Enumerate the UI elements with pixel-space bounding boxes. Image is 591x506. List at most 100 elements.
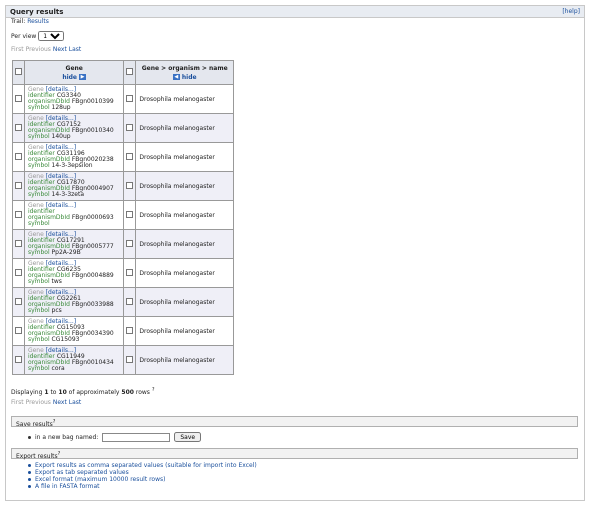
row-organism-checkbox[interactable] — [126, 355, 134, 363]
gene-cell: Gene [details...] identifier CG31196 organ… — [23, 142, 125, 172]
row-gene-checkbox[interactable] — [14, 355, 22, 363]
row-gene-checkbox[interactable] — [14, 94, 22, 102]
organism-cell-checkbox-cell — [123, 345, 137, 375]
export-item[interactable]: Excel format (maximum 10000 result rows) — [28, 476, 257, 483]
row-organism-checkbox[interactable] — [126, 297, 134, 305]
panel-title: Query results — [10, 7, 64, 16]
gene-column-hide[interactable]: hide ▶ — [25, 74, 124, 81]
row-gene-checkbox[interactable] — [14, 297, 22, 305]
bag-name-input[interactable] — [102, 432, 171, 442]
save-help-icon[interactable]: ? — [53, 419, 56, 425]
organism-cell: Drosophila melanogaster — [135, 142, 234, 172]
pager-last-link[interactable]: Last — [69, 46, 82, 53]
save-row: in a new bag named: Save — [28, 432, 202, 442]
row-gene-checkbox[interactable] — [14, 210, 22, 218]
gene-column-header: Gene hide ▶ — [23, 60, 125, 85]
organism-column-header: Gene > organism > name ◀ hide — [135, 60, 234, 85]
export-options-list: Export results as comma separated values… — [28, 462, 257, 490]
row-gene-checkbox[interactable] — [14, 326, 22, 334]
symbol-label: symbol — [27, 104, 50, 111]
table-row: Gene [details...] identifier CG31196 organ… — [12, 142, 234, 172]
export-item[interactable]: Export as tab separated values — [28, 469, 257, 476]
row-organism-checkbox[interactable] — [126, 123, 134, 131]
pager-next-link-bottom[interactable]: Next — [53, 399, 67, 406]
gene-cell: Gene [details...] identifier CG17291 organ… — [23, 229, 125, 259]
organism-hide-label[interactable]: hide — [182, 74, 197, 81]
organism-cell-checkbox-cell — [123, 200, 137, 230]
organism-cell: Drosophila melanogaster — [135, 200, 234, 230]
pager-first: First — [11, 46, 24, 53]
row-gene-checkbox[interactable] — [14, 123, 22, 131]
row-organism-checkbox[interactable] — [126, 181, 134, 189]
row-gene-checkbox[interactable] — [14, 152, 22, 160]
symbol-value: 128up — [51, 104, 71, 111]
pager-next-link[interactable]: Next — [53, 46, 67, 53]
gene-cell: Gene [details...] identifier CG11949 organ… — [23, 345, 125, 375]
per-view-control: Per view 10 — [11, 31, 65, 41]
organism-cell: Drosophila melanogaster — [135, 229, 234, 259]
row-organism-checkbox[interactable] — [126, 210, 134, 218]
row-organism-checkbox[interactable] — [126, 326, 134, 334]
displaying-total: 500 — [121, 389, 134, 396]
symbol-label: symbol — [27, 162, 50, 169]
row-organism-checkbox[interactable] — [126, 152, 134, 160]
symbol-label: symbol — [27, 220, 50, 227]
organism-column-hide[interactable]: ◀ hide — [136, 74, 233, 81]
move-left-icon[interactable]: ◀ — [172, 74, 180, 80]
organism-cell-checkbox-cell — [123, 113, 137, 143]
row-organism-checkbox[interactable] — [126, 239, 134, 247]
symbol-value: CG15093 — [51, 336, 80, 343]
gene-hide-label[interactable]: hide — [62, 74, 77, 81]
export-item[interactable]: Export results as comma separated values… — [28, 462, 257, 469]
symbol-value: pcs — [51, 307, 62, 314]
save-option-label: in a new bag named: — [35, 433, 99, 441]
symbol-label: symbol — [27, 307, 50, 314]
pager-previous-bottom: Previous — [25, 399, 51, 406]
displaying-suffix: rows — [135, 389, 150, 396]
table-row: Gene [details...] identifier CG2261 organi… — [12, 287, 234, 317]
organism-cell: Drosophila melanogaster — [135, 258, 234, 288]
help-marker-icon[interactable]: ? — [152, 387, 155, 393]
move-right-icon[interactable]: ▶ — [79, 74, 87, 80]
organism-cell: Drosophila melanogaster — [135, 113, 234, 143]
bullet-icon — [28, 471, 31, 474]
pager-last-link-bottom[interactable]: Last — [69, 399, 82, 406]
export-item[interactable]: A file in FASTA format — [28, 483, 257, 490]
export-fasta-link[interactable]: A file in FASTA format — [35, 483, 99, 490]
export-results-title: Export results — [16, 453, 58, 460]
symbol-value: cora — [51, 365, 65, 372]
help-link[interactable]: [help] — [562, 8, 580, 15]
export-help-icon[interactable]: ? — [58, 451, 61, 457]
table-row: Gene [details...] identifier organismDbId… — [12, 200, 234, 230]
organism-cell-checkbox-cell — [123, 258, 137, 288]
row-gene-checkbox[interactable] — [14, 181, 22, 189]
gene-cell-checkbox-cell — [12, 345, 25, 375]
symbol-value: 140up — [51, 133, 71, 140]
organism-column-title: Gene > organism > name — [141, 64, 228, 72]
symbol-label: symbol — [27, 249, 50, 256]
export-tsv-link[interactable]: Export as tab separated values — [35, 469, 129, 476]
row-organism-checkbox[interactable] — [126, 94, 134, 102]
trail-results-link[interactable]: Results — [27, 18, 49, 25]
row-gene-checkbox[interactable] — [14, 268, 22, 276]
export-excel-link[interactable]: Excel format (maximum 10000 result rows) — [35, 476, 165, 483]
displaying-prefix: Displaying — [11, 389, 43, 396]
per-view-select[interactable]: 10 — [38, 31, 65, 41]
pager-previous: Previous — [25, 46, 51, 53]
results-table-body: Gene [details...] identifier CG3340 organi… — [12, 84, 234, 375]
export-results-bar: Export results? — [11, 448, 578, 460]
gene-cell: Gene [details...] identifier CG2261 organi… — [23, 287, 125, 317]
bullet-icon — [28, 464, 31, 467]
export-csv-link[interactable]: Export results as comma separated values… — [35, 462, 257, 469]
row-organism-checkbox[interactable] — [126, 268, 134, 276]
displaying-from: 1 — [44, 389, 49, 396]
select-all-organism-checkbox[interactable] — [126, 68, 134, 75]
save-button[interactable]: Save — [174, 432, 202, 442]
organism-select-all-cell — [123, 60, 137, 85]
symbol-value: Pp2A-29B — [51, 249, 81, 256]
breadcrumb: Trail: Results — [11, 18, 49, 25]
row-gene-checkbox[interactable] — [14, 239, 22, 247]
select-all-gene-checkbox[interactable] — [14, 68, 22, 75]
displaying-to-word: to — [50, 389, 57, 396]
gene-cell: Gene [details...] identifier organismDbId… — [23, 200, 125, 230]
